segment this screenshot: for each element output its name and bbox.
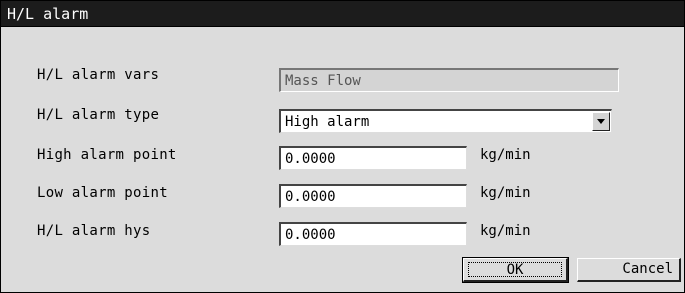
high-alarm-point-input[interactable]: 0.0000	[279, 146, 467, 170]
ok-button[interactable]: OK	[462, 257, 569, 283]
low-alarm-point-input[interactable]: 0.0000	[279, 184, 467, 208]
cancel-button[interactable]: Cancel	[577, 258, 681, 282]
high-alarm-point-label: High alarm point	[37, 147, 177, 163]
low-alarm-point-unit: kg/min	[480, 185, 531, 201]
title-bar: H/L alarm	[1, 1, 684, 27]
alarm-hys-input[interactable]: 0.0000	[279, 222, 467, 246]
alarm-hys-label: H/L alarm hys	[37, 223, 151, 239]
hl-alarm-dialog: H/L alarm H/L alarm vars Mass Flow H/L a…	[0, 0, 685, 293]
dropdown-arrow-icon[interactable]	[592, 112, 610, 131]
high-alarm-point-unit: kg/min	[480, 147, 531, 163]
alarm-type-label: H/L alarm type	[37, 107, 160, 123]
alarm-vars-label: H/L alarm vars	[37, 67, 160, 83]
low-alarm-point-label: Low alarm point	[37, 185, 168, 201]
alarm-vars-field: Mass Flow	[279, 68, 619, 92]
ok-button-label: OK	[468, 262, 562, 278]
alarm-type-select[interactable]: High alarm	[279, 109, 612, 133]
alarm-type-value: High alarm	[285, 114, 370, 130]
alarm-hys-unit: kg/min	[480, 223, 531, 239]
